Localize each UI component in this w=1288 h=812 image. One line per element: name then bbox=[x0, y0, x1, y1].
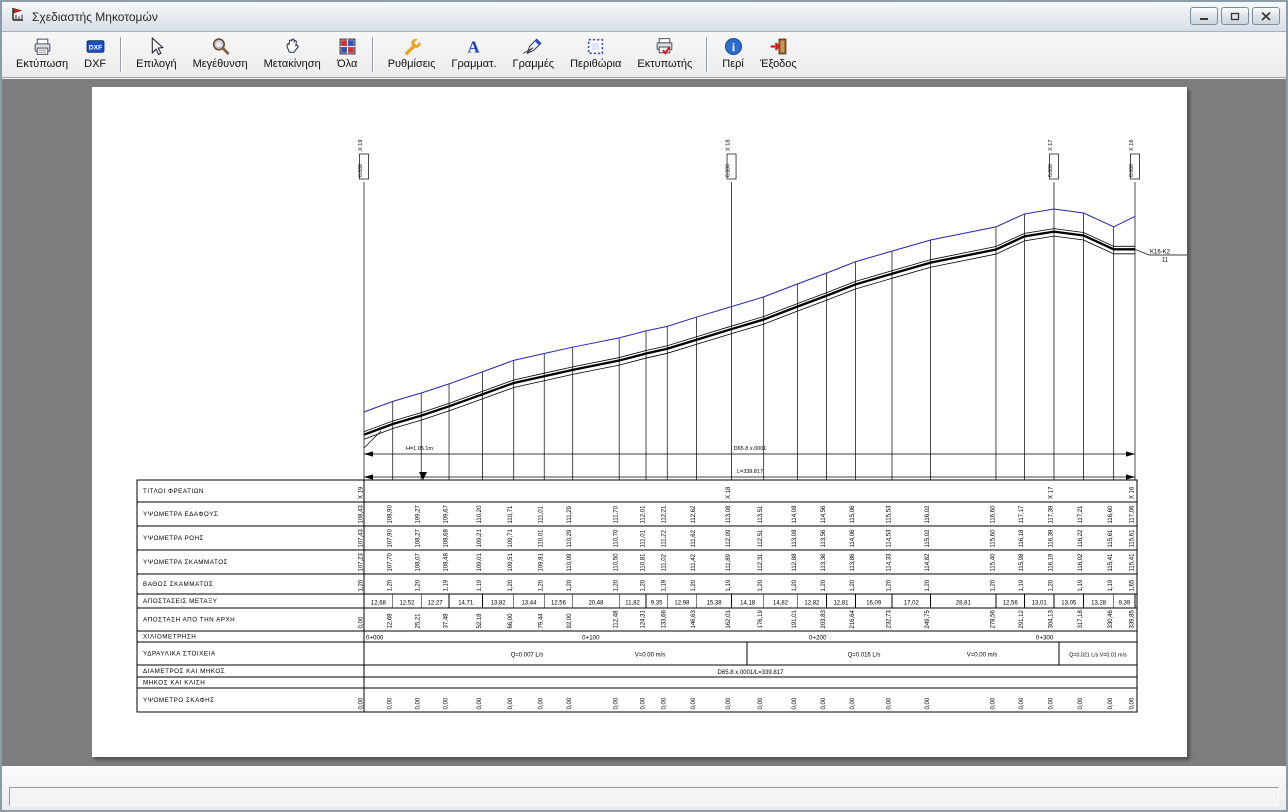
font-icon: A bbox=[463, 36, 484, 57]
exit-button[interactable]: Έξοδος bbox=[752, 33, 805, 76]
toolbar-button-label: Περιθώρια bbox=[570, 58, 621, 70]
toolbar-button-label: Όλα bbox=[337, 58, 357, 70]
dxf-button[interactable]: DXF DXF bbox=[76, 33, 114, 76]
printer-settings-icon bbox=[654, 36, 675, 57]
printer-settings-button[interactable]: Εκτυπωτής bbox=[629, 33, 700, 76]
toolbar-button-label: Έξοδος bbox=[760, 58, 797, 70]
page bbox=[92, 87, 1187, 757]
magnifier-icon bbox=[210, 36, 231, 57]
hand-icon bbox=[282, 36, 303, 57]
close-icon bbox=[1261, 12, 1271, 21]
maximize-icon bbox=[1230, 12, 1240, 21]
dxf-icon: DXF bbox=[85, 36, 106, 57]
pen-icon bbox=[523, 36, 544, 57]
minimize-button[interactable] bbox=[1190, 7, 1218, 25]
toolbar-button-label: Εκτυπωτής bbox=[637, 58, 692, 70]
maximize-button[interactable] bbox=[1221, 7, 1249, 25]
close-button[interactable] bbox=[1252, 7, 1280, 25]
toolbar-separator bbox=[120, 37, 122, 72]
toolbar-separator bbox=[372, 37, 374, 72]
drawing-canvas[interactable] bbox=[2, 79, 1286, 766]
font-button[interactable]: A Γραμματ. bbox=[443, 33, 504, 76]
minimize-icon bbox=[1199, 12, 1209, 21]
toolbar-button-label: Μεγέθυνση bbox=[193, 58, 248, 70]
toolbar-button-label: Περί bbox=[722, 58, 744, 70]
window-title: Σχεδιαστής Μηκοτομών bbox=[32, 10, 158, 24]
svg-text:DXF: DXF bbox=[88, 45, 102, 52]
info-button[interactable]: iΠερί bbox=[714, 33, 752, 76]
hand-button[interactable]: Μετακίνηση bbox=[256, 33, 329, 76]
window-controls bbox=[1190, 7, 1280, 25]
toolbar-button-label: Ρυθμίσεις bbox=[388, 58, 436, 70]
cursor-icon bbox=[146, 36, 167, 57]
toolbar-separator bbox=[706, 37, 708, 72]
app-icon bbox=[10, 6, 26, 27]
toolbar-button-label: Εκτύπωση bbox=[16, 58, 68, 70]
svg-text:A: A bbox=[468, 37, 480, 56]
grid-icon bbox=[337, 36, 358, 57]
printer-icon bbox=[32, 36, 53, 57]
cursor-button[interactable]: Επιλογή bbox=[128, 33, 184, 76]
toolbar-button-label: Γραμμές bbox=[513, 58, 555, 70]
toolbar-button-label: Μετακίνηση bbox=[264, 58, 321, 70]
margins-button[interactable]: Περιθώρια bbox=[562, 33, 629, 76]
pen-button[interactable]: Γραμμές bbox=[505, 33, 563, 76]
wrench-icon bbox=[401, 36, 422, 57]
app-window: Σχεδιαστής Μηκοτομών Εκτύπωση DXF DXF Επιλο… bbox=[0, 0, 1288, 812]
exit-icon bbox=[768, 36, 789, 57]
toolbar: Εκτύπωση DXF DXF Επιλογή Μεγέθυνση Μετακίνηση… bbox=[2, 32, 1286, 78]
info-icon: i bbox=[723, 36, 744, 57]
toolbar-button-label: Γραμματ. bbox=[451, 58, 496, 70]
titlebar[interactable]: Σχεδιαστής Μηκοτομών bbox=[2, 2, 1286, 32]
margins-icon bbox=[585, 36, 606, 57]
printer-button[interactable]: Εκτύπωση bbox=[8, 33, 76, 76]
toolbar-button-label: DXF bbox=[84, 58, 106, 70]
grid-button[interactable]: Όλα bbox=[329, 33, 366, 76]
toolbar-button-label: Επιλογή bbox=[136, 58, 176, 70]
status-panel bbox=[9, 787, 1279, 806]
magnifier-button[interactable]: Μεγέθυνση bbox=[185, 33, 256, 76]
wrench-button[interactable]: Ρυθμίσεις bbox=[380, 33, 444, 76]
status-bar bbox=[2, 766, 1286, 810]
